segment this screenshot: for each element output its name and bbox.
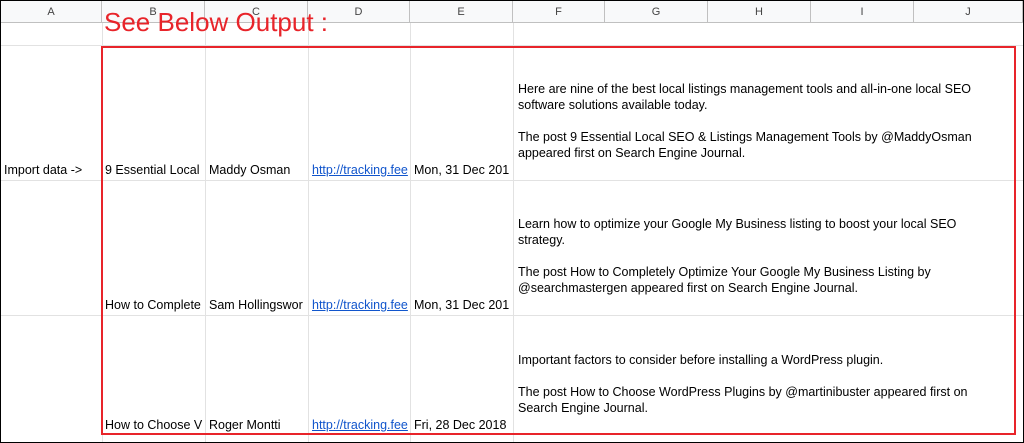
- column-header-a[interactable]: A: [1, 1, 102, 23]
- spreadsheet: A B C D E F G H I J Import data -> 9 Ess…: [0, 0, 1024, 443]
- column-header-i[interactable]: I: [811, 1, 914, 23]
- column-header-h[interactable]: H: [708, 1, 811, 23]
- column-header-f[interactable]: F: [513, 1, 605, 23]
- column-header-e[interactable]: E: [410, 1, 513, 23]
- annotation-highlight-box: [101, 46, 1016, 435]
- annotation-text: See Below Output :: [104, 7, 329, 37]
- column-header-g[interactable]: G: [605, 1, 708, 23]
- column-header-j[interactable]: J: [914, 1, 1023, 23]
- import-data-label[interactable]: Import data ->: [4, 163, 102, 178]
